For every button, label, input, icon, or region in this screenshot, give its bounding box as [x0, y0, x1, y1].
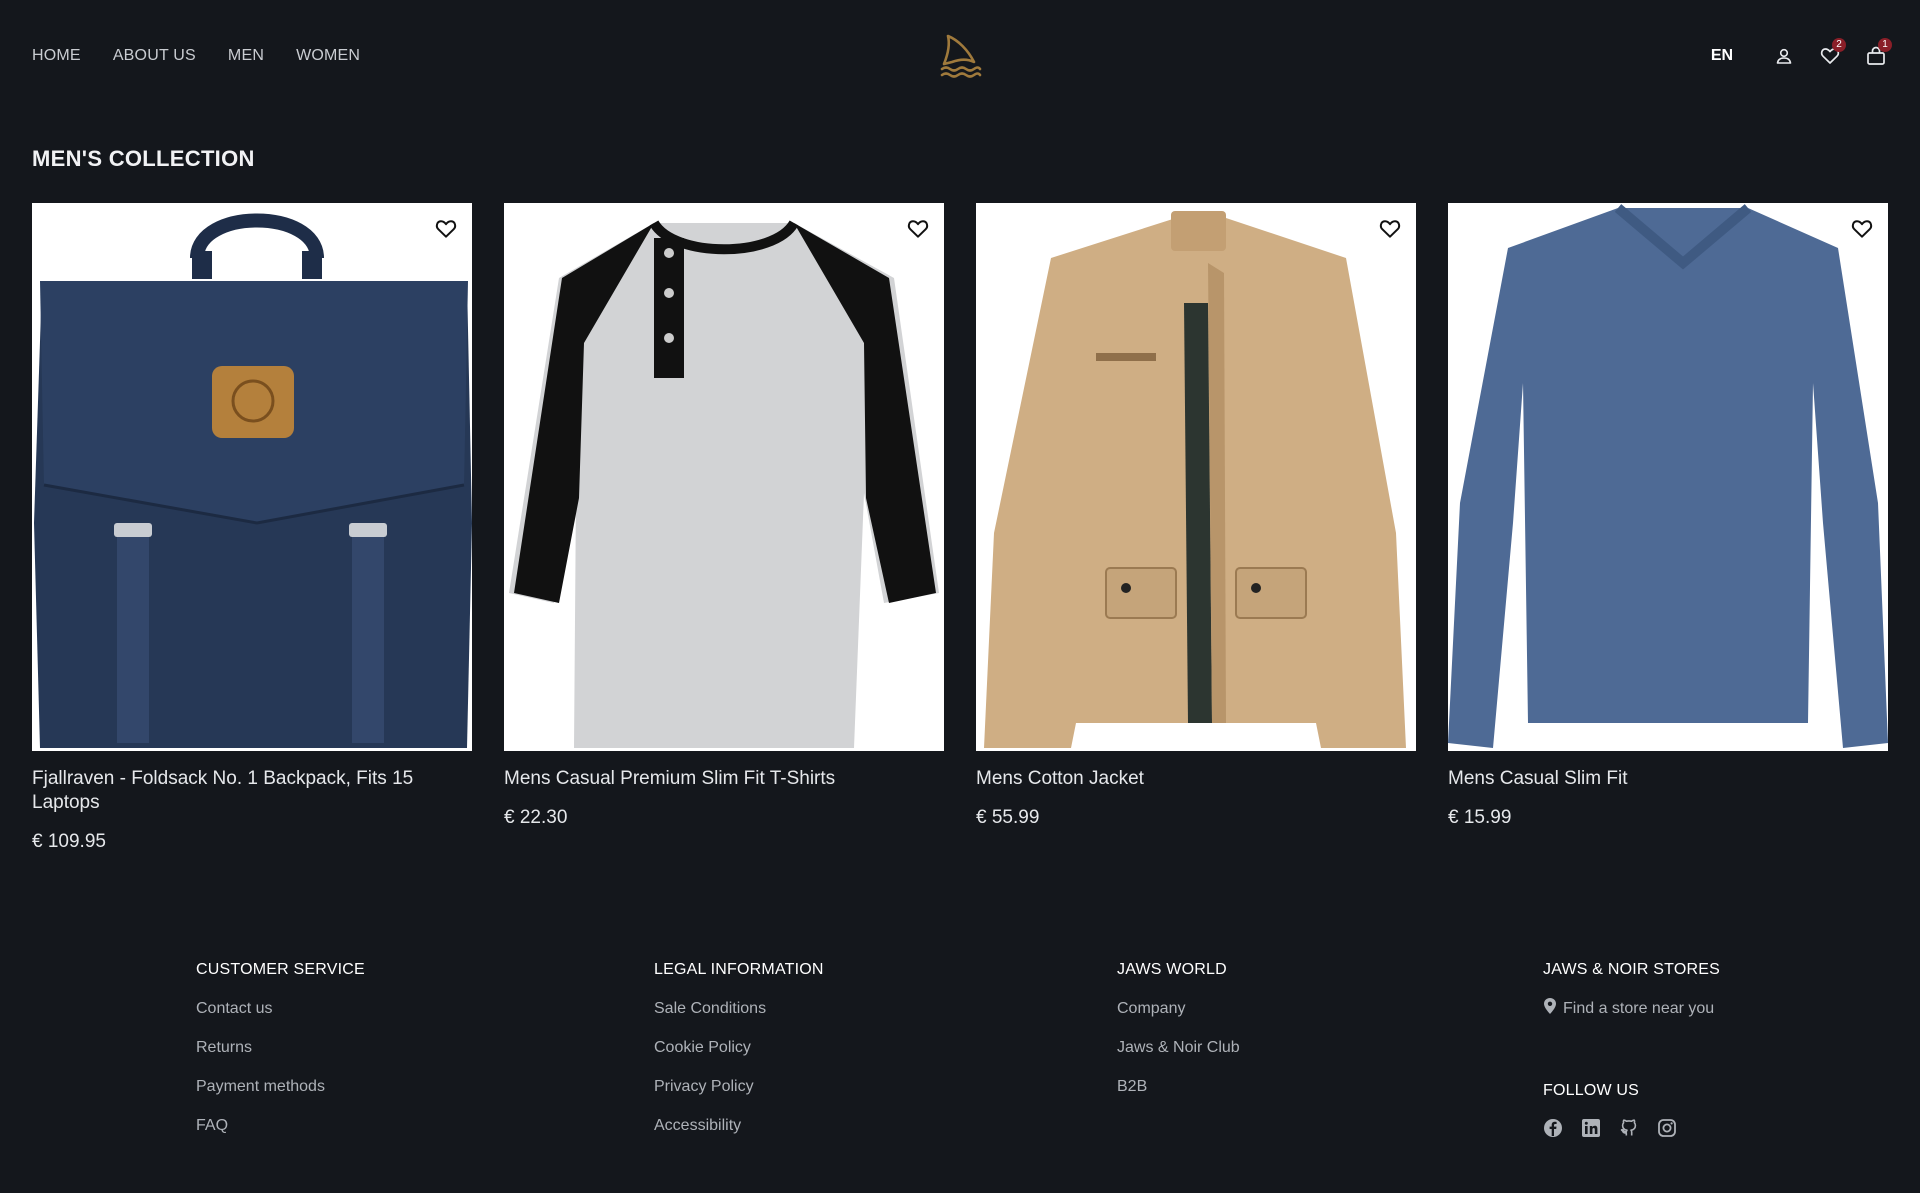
- footer-heading: LEGAL INFORMATION: [654, 961, 824, 978]
- user-icon[interactable]: [1770, 42, 1798, 70]
- nav-men-link[interactable]: MEN: [228, 46, 264, 66]
- page: HOME ABOUT US MEN WOMEN EN 2 1 MEN'S COL…: [0, 0, 1920, 1193]
- instagram-icon[interactable]: [1657, 1118, 1677, 1138]
- find-store-label: Find a store near you: [1563, 1000, 1715, 1017]
- product-price: € 22.30: [504, 807, 568, 828]
- add-to-wishlist-heart-icon[interactable]: [904, 215, 932, 243]
- product-image-tshirt[interactable]: [504, 203, 944, 751]
- product-card[interactable]: Mens Casual Slim Fit € 15.99: [1448, 203, 1888, 854]
- product-name[interactable]: Mens Casual Premium Slim Fit T-Shirts: [504, 767, 944, 791]
- product-price: € 109.95: [32, 831, 106, 852]
- linkedin-icon[interactable]: [1581, 1118, 1601, 1138]
- social-links: [1543, 1118, 1720, 1138]
- nav-home-link[interactable]: HOME: [32, 46, 81, 66]
- product-price: € 15.99: [1448, 807, 1512, 828]
- footer-heading: JAWS & NOIR STORES: [1543, 961, 1720, 978]
- footer-link-payment[interactable]: Payment methods: [196, 1077, 365, 1097]
- collection-title: MEN'S COLLECTION: [32, 146, 255, 171]
- wishlist-count-badge: 2: [1832, 38, 1846, 52]
- footer-link-faq[interactable]: FAQ: [196, 1116, 365, 1136]
- follow-us-heading: FOLLOW US: [1543, 1082, 1640, 1099]
- add-to-wishlist-heart-icon[interactable]: [1376, 215, 1404, 243]
- cart-count-badge: 1: [1878, 38, 1892, 52]
- footer-link-privacy-policy[interactable]: Privacy Policy: [654, 1077, 824, 1097]
- product-image-long-sleeve[interactable]: [1448, 203, 1888, 751]
- product-card[interactable]: Mens Cotton Jacket € 55.99: [976, 203, 1416, 854]
- site-header: HOME ABOUT US MEN WOMEN EN 2 1: [0, 0, 1920, 112]
- nav-about-link[interactable]: ABOUT US: [113, 46, 196, 66]
- footer-heading: CUSTOMER SERVICE: [196, 961, 365, 978]
- footer-heading: JAWS WORLD: [1117, 961, 1227, 978]
- nav-women-link[interactable]: WOMEN: [296, 46, 360, 66]
- language-selector[interactable]: EN: [1708, 42, 1736, 70]
- footer-jaws-world: JAWS WORLD Company Jaws & Noir Club B2B: [1117, 960, 1240, 1116]
- product-card[interactable]: Mens Casual Premium Slim Fit T-Shirts € …: [504, 203, 944, 854]
- shopping-bag-icon[interactable]: 1: [1862, 38, 1892, 70]
- footer-customer-service: CUSTOMER SERVICE Contact us Returns Paym…: [196, 960, 365, 1155]
- product-card[interactable]: Fjallraven - Foldsack No. 1 Backpack, Fi…: [32, 203, 472, 854]
- github-icon[interactable]: [1619, 1118, 1639, 1138]
- product-name[interactable]: Fjallraven - Foldsack No. 1 Backpack, Fi…: [32, 767, 472, 815]
- header-actions: EN 2 1: [1708, 38, 1892, 70]
- footer-link-company[interactable]: Company: [1117, 999, 1240, 1019]
- product-name[interactable]: Mens Casual Slim Fit: [1448, 767, 1888, 791]
- product-name[interactable]: Mens Cotton Jacket: [976, 767, 1416, 791]
- footer-link-returns[interactable]: Returns: [196, 1038, 365, 1058]
- wishlist-heart-icon[interactable]: 2: [1816, 38, 1846, 70]
- product-grid: Fjallraven - Foldsack No. 1 Backpack, Fi…: [32, 203, 1888, 854]
- footer-legal: LEGAL INFORMATION Sale Conditions Cookie…: [654, 960, 824, 1155]
- footer-link-b2b[interactable]: B2B: [1117, 1077, 1240, 1097]
- find-store-link[interactable]: Find a store near you: [1543, 997, 1720, 1021]
- main-nav: HOME ABOUT US MEN WOMEN: [32, 46, 360, 66]
- footer-link-contact[interactable]: Contact us: [196, 999, 365, 1019]
- product-image-backpack[interactable]: [32, 203, 472, 751]
- shark-fin-logo-icon[interactable]: [936, 32, 984, 80]
- footer-stores: JAWS & NOIR STORES Find a store near you…: [1543, 960, 1720, 1138]
- add-to-wishlist-heart-icon[interactable]: [432, 215, 460, 243]
- add-to-wishlist-heart-icon[interactable]: [1848, 215, 1876, 243]
- facebook-icon[interactable]: [1543, 1118, 1563, 1138]
- footer-link-sale-conditions[interactable]: Sale Conditions: [654, 999, 824, 1019]
- product-image-jacket[interactable]: [976, 203, 1416, 751]
- footer-link-accessibility[interactable]: Accessibility: [654, 1116, 824, 1136]
- footer-link-cookie-policy[interactable]: Cookie Policy: [654, 1038, 824, 1058]
- product-price: € 55.99: [976, 807, 1040, 828]
- footer-link-club[interactable]: Jaws & Noir Club: [1117, 1038, 1240, 1058]
- map-pin-icon: [1543, 997, 1557, 1021]
